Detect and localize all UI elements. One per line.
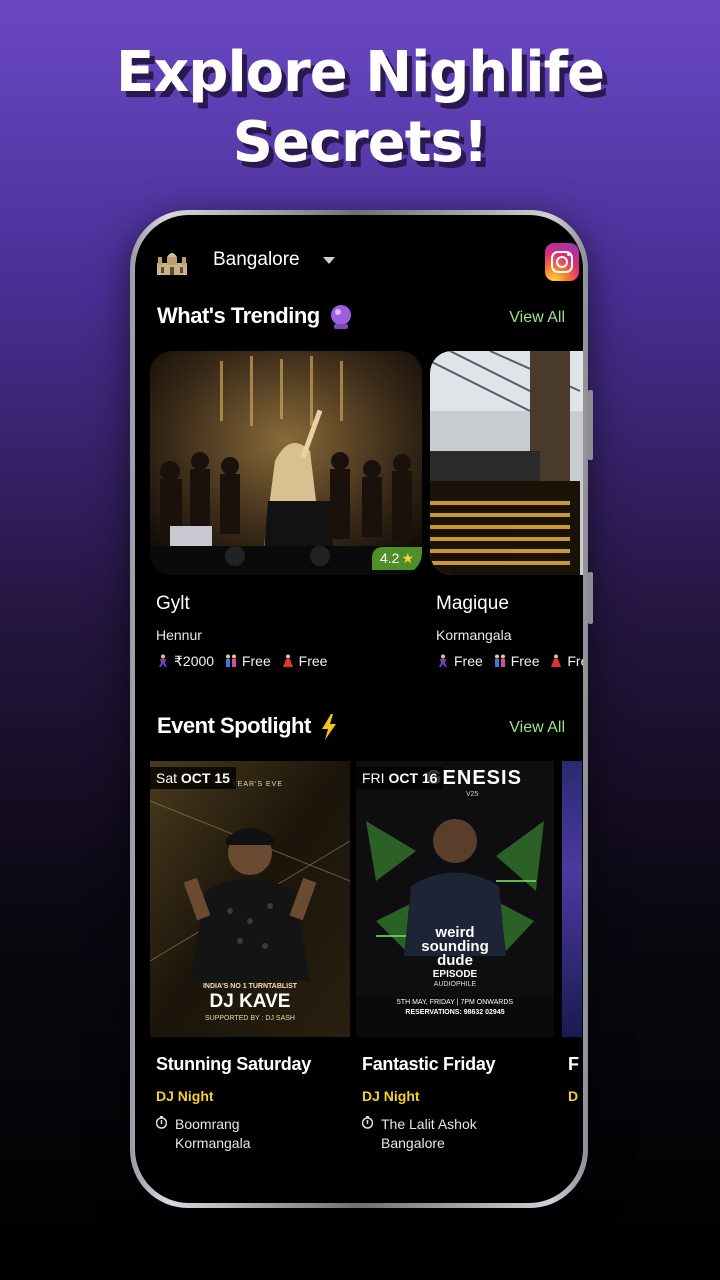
venue-photo: 4.2 ★ bbox=[150, 351, 422, 575]
location-pin-icon bbox=[362, 1116, 373, 1129]
palace-icon bbox=[157, 253, 187, 275]
phone-frame: Bangalore What's Trending View All 4.2 ★… bbox=[130, 210, 593, 1208]
event-day: Sat bbox=[156, 770, 178, 786]
venue-name: Gylt bbox=[156, 593, 190, 614]
event-day: FRI bbox=[362, 770, 385, 786]
event-type: DJ Night bbox=[156, 1088, 214, 1104]
spotlight-view-all-link[interactable]: View All bbox=[509, 719, 565, 737]
venue-line-1: The Lalit Ashok bbox=[381, 1116, 477, 1132]
chevron-down-icon[interactable] bbox=[323, 257, 335, 264]
woman-dancing-icon bbox=[551, 654, 562, 667]
location-pin-icon bbox=[156, 1116, 167, 1129]
man-dancing-icon bbox=[439, 654, 447, 667]
lightning-icon bbox=[322, 714, 337, 741]
star-icon: ★ bbox=[401, 550, 414, 566]
event-date-tag: FRI OCT 16 bbox=[356, 767, 444, 789]
event-venue: Boomrang Kormangala bbox=[156, 1115, 251, 1153]
event-card-stunning-saturday[interactable]: YEAR'S EVE INDIA'S NO 1 TURNTABLIST DJ K… bbox=[150, 761, 350, 1151]
rating-value: 4.2 bbox=[379, 550, 400, 566]
female-price: Free bbox=[567, 653, 583, 669]
rating-badge: 4.2 ★ bbox=[371, 547, 422, 570]
phone-power-button bbox=[588, 572, 593, 624]
venue-location: Hennur bbox=[156, 627, 202, 643]
stag-price: Free bbox=[454, 653, 483, 669]
event-date: OCT 15 bbox=[180, 770, 230, 786]
entry-prices: Free Free Free bbox=[436, 653, 583, 669]
entry-prices: ₹2000 Free Free bbox=[156, 653, 327, 670]
poster-reservation-line: RESERVATIONS: 98632 02945 bbox=[405, 1009, 505, 1016]
trending-title-text: What's Trending bbox=[157, 303, 320, 328]
female-price: Free bbox=[298, 653, 328, 669]
event-date: OCT 16 bbox=[388, 770, 438, 786]
headline-line-2: Secrets! bbox=[232, 110, 489, 175]
event-card-fantastic-friday[interactable]: GENESIS V25 weird sounding dude EPISODE … bbox=[356, 761, 556, 1151]
event-name: Fantastic Friday bbox=[362, 1054, 496, 1074]
event-venue: The Lalit Ashok Bangalore bbox=[362, 1115, 477, 1153]
woman-dancing-icon bbox=[282, 654, 293, 667]
stag-price: ₹2000 bbox=[174, 653, 215, 669]
venue-line-1: Boomrang bbox=[175, 1116, 240, 1132]
poster-subline: INDIA'S NO 1 TURNTABLIST bbox=[202, 983, 298, 990]
couple-price: Free bbox=[241, 653, 271, 669]
poster-support: SUPPORTED BY : DJ SASH bbox=[205, 1015, 295, 1022]
poster-top-text: YEAR'S EVE bbox=[232, 781, 284, 788]
spotlight-title: Event Spotlight bbox=[157, 713, 338, 741]
poster-headline: DJ KAVE bbox=[209, 991, 291, 1012]
city-selector[interactable]: Bangalore bbox=[155, 243, 345, 283]
venue-line-2: Bangalore bbox=[381, 1135, 445, 1151]
headline-line-1: Explore Nighlife bbox=[116, 40, 605, 105]
poster-audiophile-line: AUDIOPHILE bbox=[433, 981, 477, 988]
trending-view-all-link[interactable]: View All bbox=[509, 309, 565, 327]
event-poster: YEAR'S EVE INDIA'S NO 1 TURNTABLIST DJ K… bbox=[150, 761, 350, 1037]
event-type: D bbox=[568, 1088, 579, 1104]
promo-headline: Explore Nighlife Secrets! bbox=[0, 38, 720, 178]
event-card-partial[interactable]: F D bbox=[562, 761, 582, 1181]
venue-photo bbox=[430, 351, 583, 575]
instagram-icon[interactable] bbox=[545, 243, 579, 281]
couple-icon bbox=[494, 654, 505, 667]
trending-card-magique[interactable]: Magique Kormangala Free Free Free bbox=[430, 351, 583, 681]
venue-name: Magique bbox=[436, 593, 509, 614]
trending-title: What's Trending bbox=[157, 303, 353, 330]
event-poster: GENESIS V25 weird sounding dude EPISODE … bbox=[356, 761, 554, 1037]
spotlight-title-text: Event Spotlight bbox=[157, 713, 311, 738]
trending-card-gylt[interactable]: 4.2 ★ Gylt Hennur ₹2000 Free Free bbox=[150, 351, 422, 681]
phone-volume-button bbox=[588, 390, 593, 460]
crystal-ball-icon bbox=[331, 305, 352, 330]
couple-icon bbox=[225, 654, 236, 667]
couple-price: Free bbox=[510, 653, 540, 669]
event-name: Stunning Saturday bbox=[156, 1054, 311, 1074]
app-screen: Bangalore What's Trending View All 4.2 ★… bbox=[135, 215, 583, 1203]
poster-dude-line: dude bbox=[437, 952, 473, 969]
event-date-tag: Sat OCT 15 bbox=[150, 767, 236, 789]
top-bar: Bangalore bbox=[155, 243, 579, 283]
poster-date-line: 5TH MAY, FRIDAY | 7PM ONWARDS bbox=[396, 999, 514, 1006]
poster-episode-line: EPISODE bbox=[432, 969, 478, 980]
city-name: Bangalore bbox=[213, 249, 300, 270]
venue-line-2: Kormangala bbox=[175, 1135, 251, 1151]
event-type: DJ Night bbox=[362, 1088, 420, 1104]
event-poster bbox=[562, 761, 582, 1037]
venue-location: Kormangala bbox=[436, 627, 512, 643]
event-name: F bbox=[568, 1054, 579, 1074]
poster-tag: V25 bbox=[466, 791, 479, 798]
man-dancing-icon bbox=[159, 654, 167, 667]
